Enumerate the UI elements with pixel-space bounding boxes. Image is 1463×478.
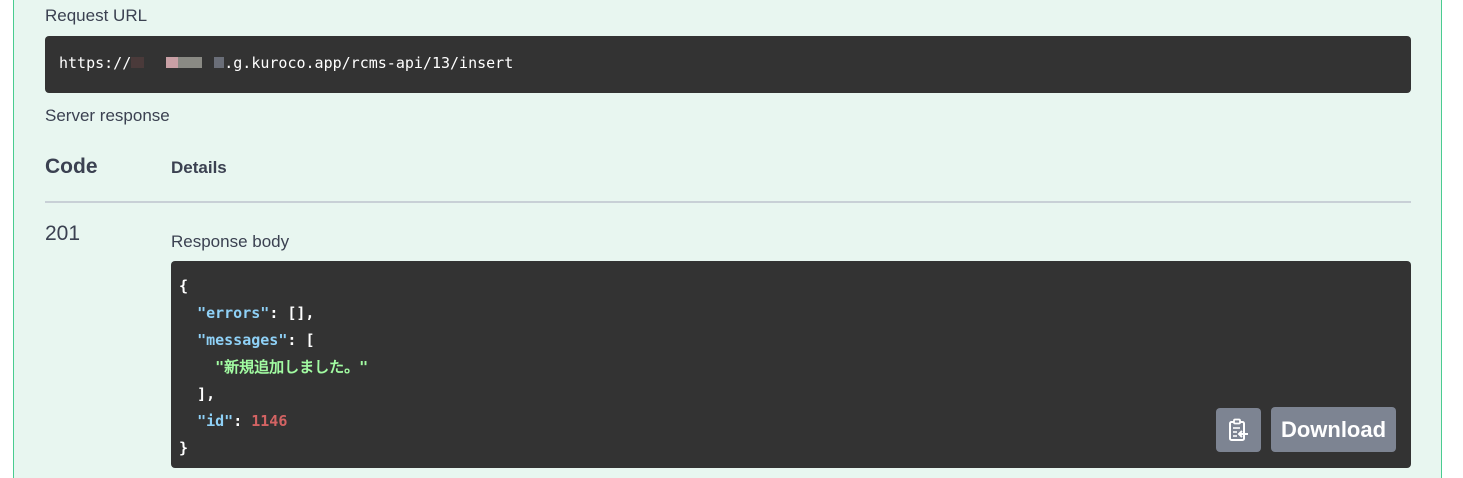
json-key-id: "id": [197, 412, 234, 430]
url-suffix: .g.kuroco.app/rcms-api/13/insert: [224, 54, 514, 72]
json-key-messages: "messages": [197, 331, 288, 349]
json-close-brace: }: [179, 439, 189, 457]
redacted-block: [178, 56, 203, 68]
json-errors-value: [],: [287, 304, 315, 322]
request-url-text: https:// .g.kuroco.app/rcms-api/13/insert: [59, 54, 513, 72]
request-url-box: https:// .g.kuroco.app/rcms-api/13/insert: [45, 36, 1411, 93]
server-response-label: Server response: [45, 106, 170, 125]
redacted-block: [166, 56, 179, 68]
json-open-brace: {: [179, 277, 189, 295]
redacted-block: [131, 56, 145, 68]
url-prefix: https://: [59, 54, 132, 72]
redacted-block: [214, 56, 225, 68]
redacted-gap: [144, 57, 166, 68]
copy-to-clipboard-button[interactable]: [1216, 408, 1261, 452]
clipboard-copy-icon: [1229, 418, 1248, 441]
json-message-item: "新規追加しました。": [215, 358, 369, 376]
json-id-value: 1146: [251, 412, 288, 430]
request-url-label: Request URL: [45, 6, 148, 25]
response-body-label: Response body: [171, 232, 290, 251]
download-button[interactable]: Download: [1271, 407, 1396, 452]
json-key-errors: "errors": [197, 304, 270, 322]
json-messages-close: ],: [197, 385, 216, 403]
json-content: { "errors": [], "messages": [ "新規追加しました。…: [179, 277, 369, 457]
json-messages-open: [: [305, 331, 315, 349]
details-column-header: Details: [171, 158, 227, 177]
redacted-gap: [202, 57, 214, 68]
header-divider: [45, 201, 1411, 203]
response-code: 201: [45, 222, 81, 245]
code-column-header: Code: [45, 155, 98, 178]
